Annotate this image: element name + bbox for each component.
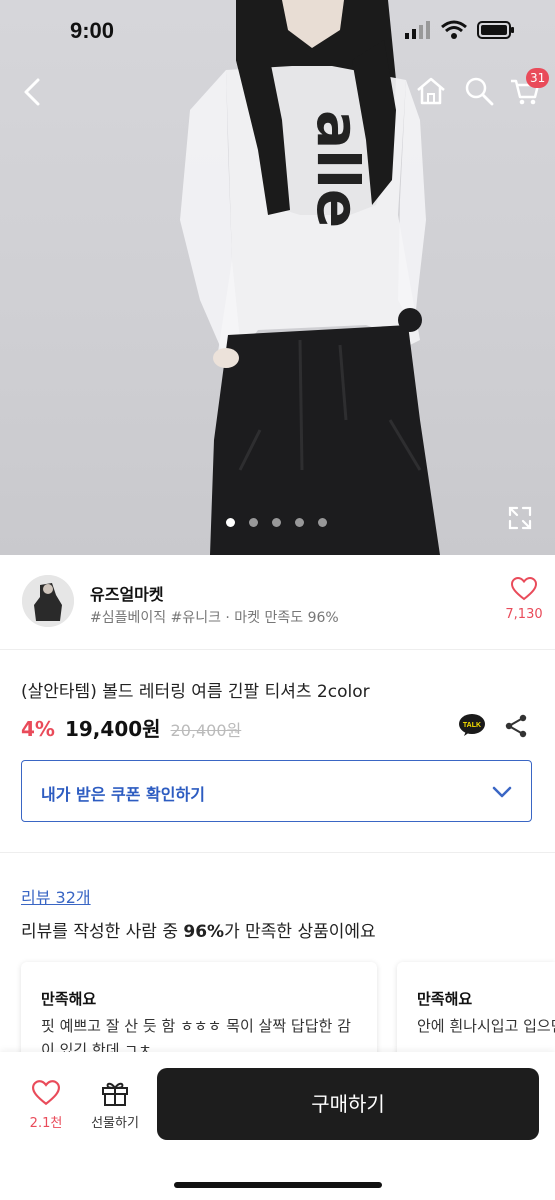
review-card[interactable]: 만족해요 핏 예쁘고 잘 산 듯 함 ㅎㅎㅎ 목이 살짝 답답한 감이 있긴 한…	[21, 962, 377, 1062]
product-image[interactable]: alle 9:00 31	[0, 0, 555, 555]
coupon-dropdown[interactable]: 내가 받은 쿠폰 확인하기	[21, 760, 532, 822]
bottom-action-bar: 2.1천 선물하기 구매하기	[0, 1052, 555, 1200]
product-title: (살안타템) 볼드 레터링 여름 긴팔 티셔츠 2color	[21, 682, 370, 702]
seller-like-button[interactable]: 7,130	[494, 576, 554, 622]
wishlist-button[interactable]: 2.1천	[16, 1080, 76, 1131]
expand-icon[interactable]	[506, 504, 534, 532]
heart-icon	[510, 576, 538, 601]
gallery-dot[interactable]	[272, 518, 281, 527]
status-time: 9:00	[70, 18, 115, 43]
review-summary-percent: 96%	[183, 922, 225, 942]
original-price: 20,400원	[170, 721, 242, 740]
home-icon[interactable]	[414, 74, 448, 108]
wishlist-count: 2.1천	[29, 1116, 63, 1131]
share-icon[interactable]	[504, 713, 528, 739]
gift-label: 선물하기	[91, 1116, 139, 1131]
buy-button[interactable]: 구매하기	[157, 1068, 539, 1140]
section-divider	[0, 852, 555, 853]
svg-text:alle: alle	[304, 110, 372, 228]
review-card[interactable]: 만족해요 안에 흰나시입고 입으면 스타일	[397, 962, 555, 1062]
review-count-link[interactable]: 리뷰 32개	[21, 884, 91, 908]
review-summary-prefix: 리뷰를 작성한 사람 중	[21, 922, 184, 942]
gift-button[interactable]: 선물하기	[84, 1080, 146, 1131]
signal-icon	[405, 21, 430, 39]
seller-row[interactable]: 유즈얼마켓 #심플베이직 #유니크 · 마켓 만족도 96% 7,130	[0, 555, 555, 650]
wifi-icon	[441, 20, 467, 39]
gallery-dot[interactable]	[318, 518, 327, 527]
svg-text:TALK: TALK	[463, 722, 481, 729]
gallery-dot[interactable]	[249, 518, 258, 527]
home-indicator	[174, 1182, 382, 1188]
seller-name[interactable]: 유즈얼마켓	[90, 581, 164, 605]
avatar-image	[22, 575, 74, 627]
back-icon[interactable]	[18, 74, 50, 110]
battery-icon	[477, 21, 514, 39]
gallery-dots	[226, 518, 327, 527]
review-text: 안에 흰나시입고 입으면 스타일	[417, 1017, 555, 1035]
chevron-down-icon	[492, 786, 512, 798]
gallery-dot[interactable]	[295, 518, 304, 527]
review-summary-suffix: 가 만족한 상품이에요	[224, 922, 376, 942]
cart-badge: 31	[526, 68, 550, 88]
seller-tags: #심플베이직 #유니크 · 마켓 만족도 96%	[90, 610, 339, 626]
price-row: 4% 19,400원 20,400원	[21, 713, 241, 742]
review-rating-label: 만족해요	[417, 990, 473, 1008]
top-nav: 31	[0, 68, 555, 114]
status-icons	[405, 20, 515, 40]
seller-avatar[interactable]	[22, 575, 74, 627]
status-bar: 9:00	[0, 0, 555, 66]
kakaotalk-icon[interactable]: TALK	[458, 713, 486, 737]
review-summary: 리뷰를 작성한 사람 중 96%가 만족한 상품이에요	[21, 917, 376, 942]
search-icon[interactable]	[462, 74, 496, 108]
coupon-label: 내가 받은 쿠폰 확인하기	[41, 785, 205, 804]
sale-price: 19,400원	[64, 717, 161, 741]
seller-like-count: 7,130	[505, 607, 543, 622]
gallery-dot-active[interactable]	[226, 518, 235, 527]
review-rating-label: 만족해요	[41, 990, 97, 1008]
discount-rate: 4%	[21, 717, 55, 741]
gift-icon	[102, 1082, 128, 1106]
heart-icon	[31, 1080, 61, 1106]
